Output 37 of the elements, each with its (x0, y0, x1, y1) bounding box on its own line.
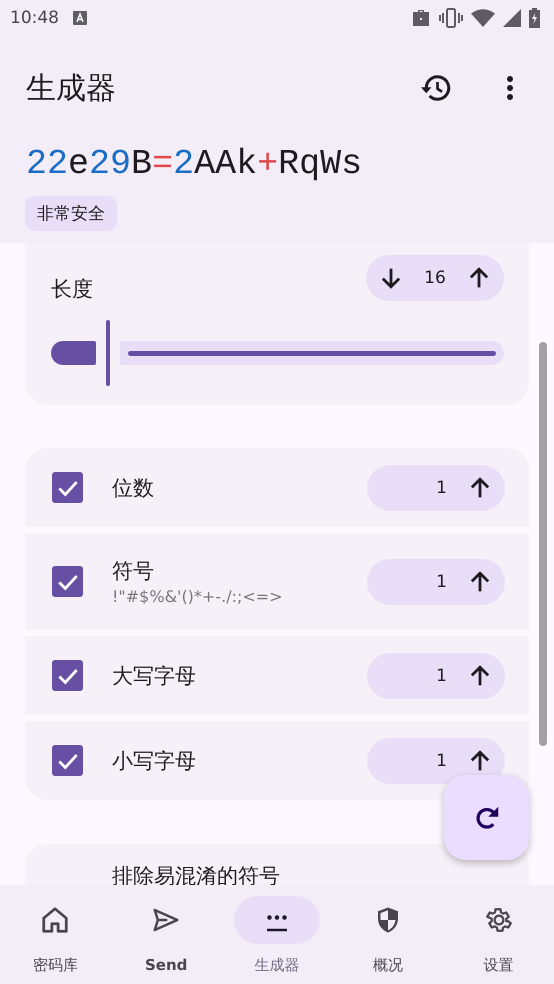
slider-thumb[interactable] (106, 320, 110, 386)
option-label: 排除易混淆的符号 (112, 864, 280, 888)
keyboard-notification-icon (73, 11, 87, 25)
generated-password: 22e29B=2AAk+RqWs (25, 143, 364, 186)
count-value: 1 (435, 572, 448, 592)
battery-icon (529, 8, 540, 28)
option-label: 小写字母 (112, 748, 197, 774)
nav-tab[interactable]: 生成器 (222, 885, 332, 984)
checkbox[interactable] (52, 472, 83, 503)
checkbox[interactable] (52, 566, 83, 597)
wifi-icon (471, 9, 495, 27)
nav-tab[interactable]: 密码库 (0, 885, 111, 984)
checkbox[interactable] (52, 660, 83, 691)
regenerate-button[interactable] (444, 775, 529, 860)
option-label: 位数 (112, 474, 155, 502)
more-vertical-icon (506, 75, 514, 101)
length-label: 长度 (51, 276, 93, 303)
option-label: 大写字母 (112, 662, 197, 690)
strength-badge: 非常安全 (25, 196, 117, 231)
count-value: 1 (435, 750, 448, 770)
count-value: 16 (423, 268, 447, 288)
nav-tab[interactable]: Send (110, 885, 222, 984)
count-value: 1 (435, 666, 448, 686)
briefcase-icon (411, 9, 431, 27)
symbol-list: !"#$%&'()*+-./:;<=> (112, 587, 367, 606)
signal-icon (503, 9, 521, 27)
checkbox[interactable] (52, 745, 83, 776)
vibrate-icon (439, 8, 463, 28)
settings-icon (484, 905, 514, 935)
nav-tab[interactable]: 概况 (332, 885, 444, 984)
length-slider[interactable] (51, 323, 504, 383)
home-icon (40, 905, 70, 935)
nav-tab[interactable]: 设置 (443, 885, 554, 984)
app-title: 生成器 (26, 70, 117, 108)
count-value: 1 (435, 478, 448, 498)
status-time: 10:48 (10, 8, 59, 28)
option-label: 符号 (112, 558, 155, 585)
